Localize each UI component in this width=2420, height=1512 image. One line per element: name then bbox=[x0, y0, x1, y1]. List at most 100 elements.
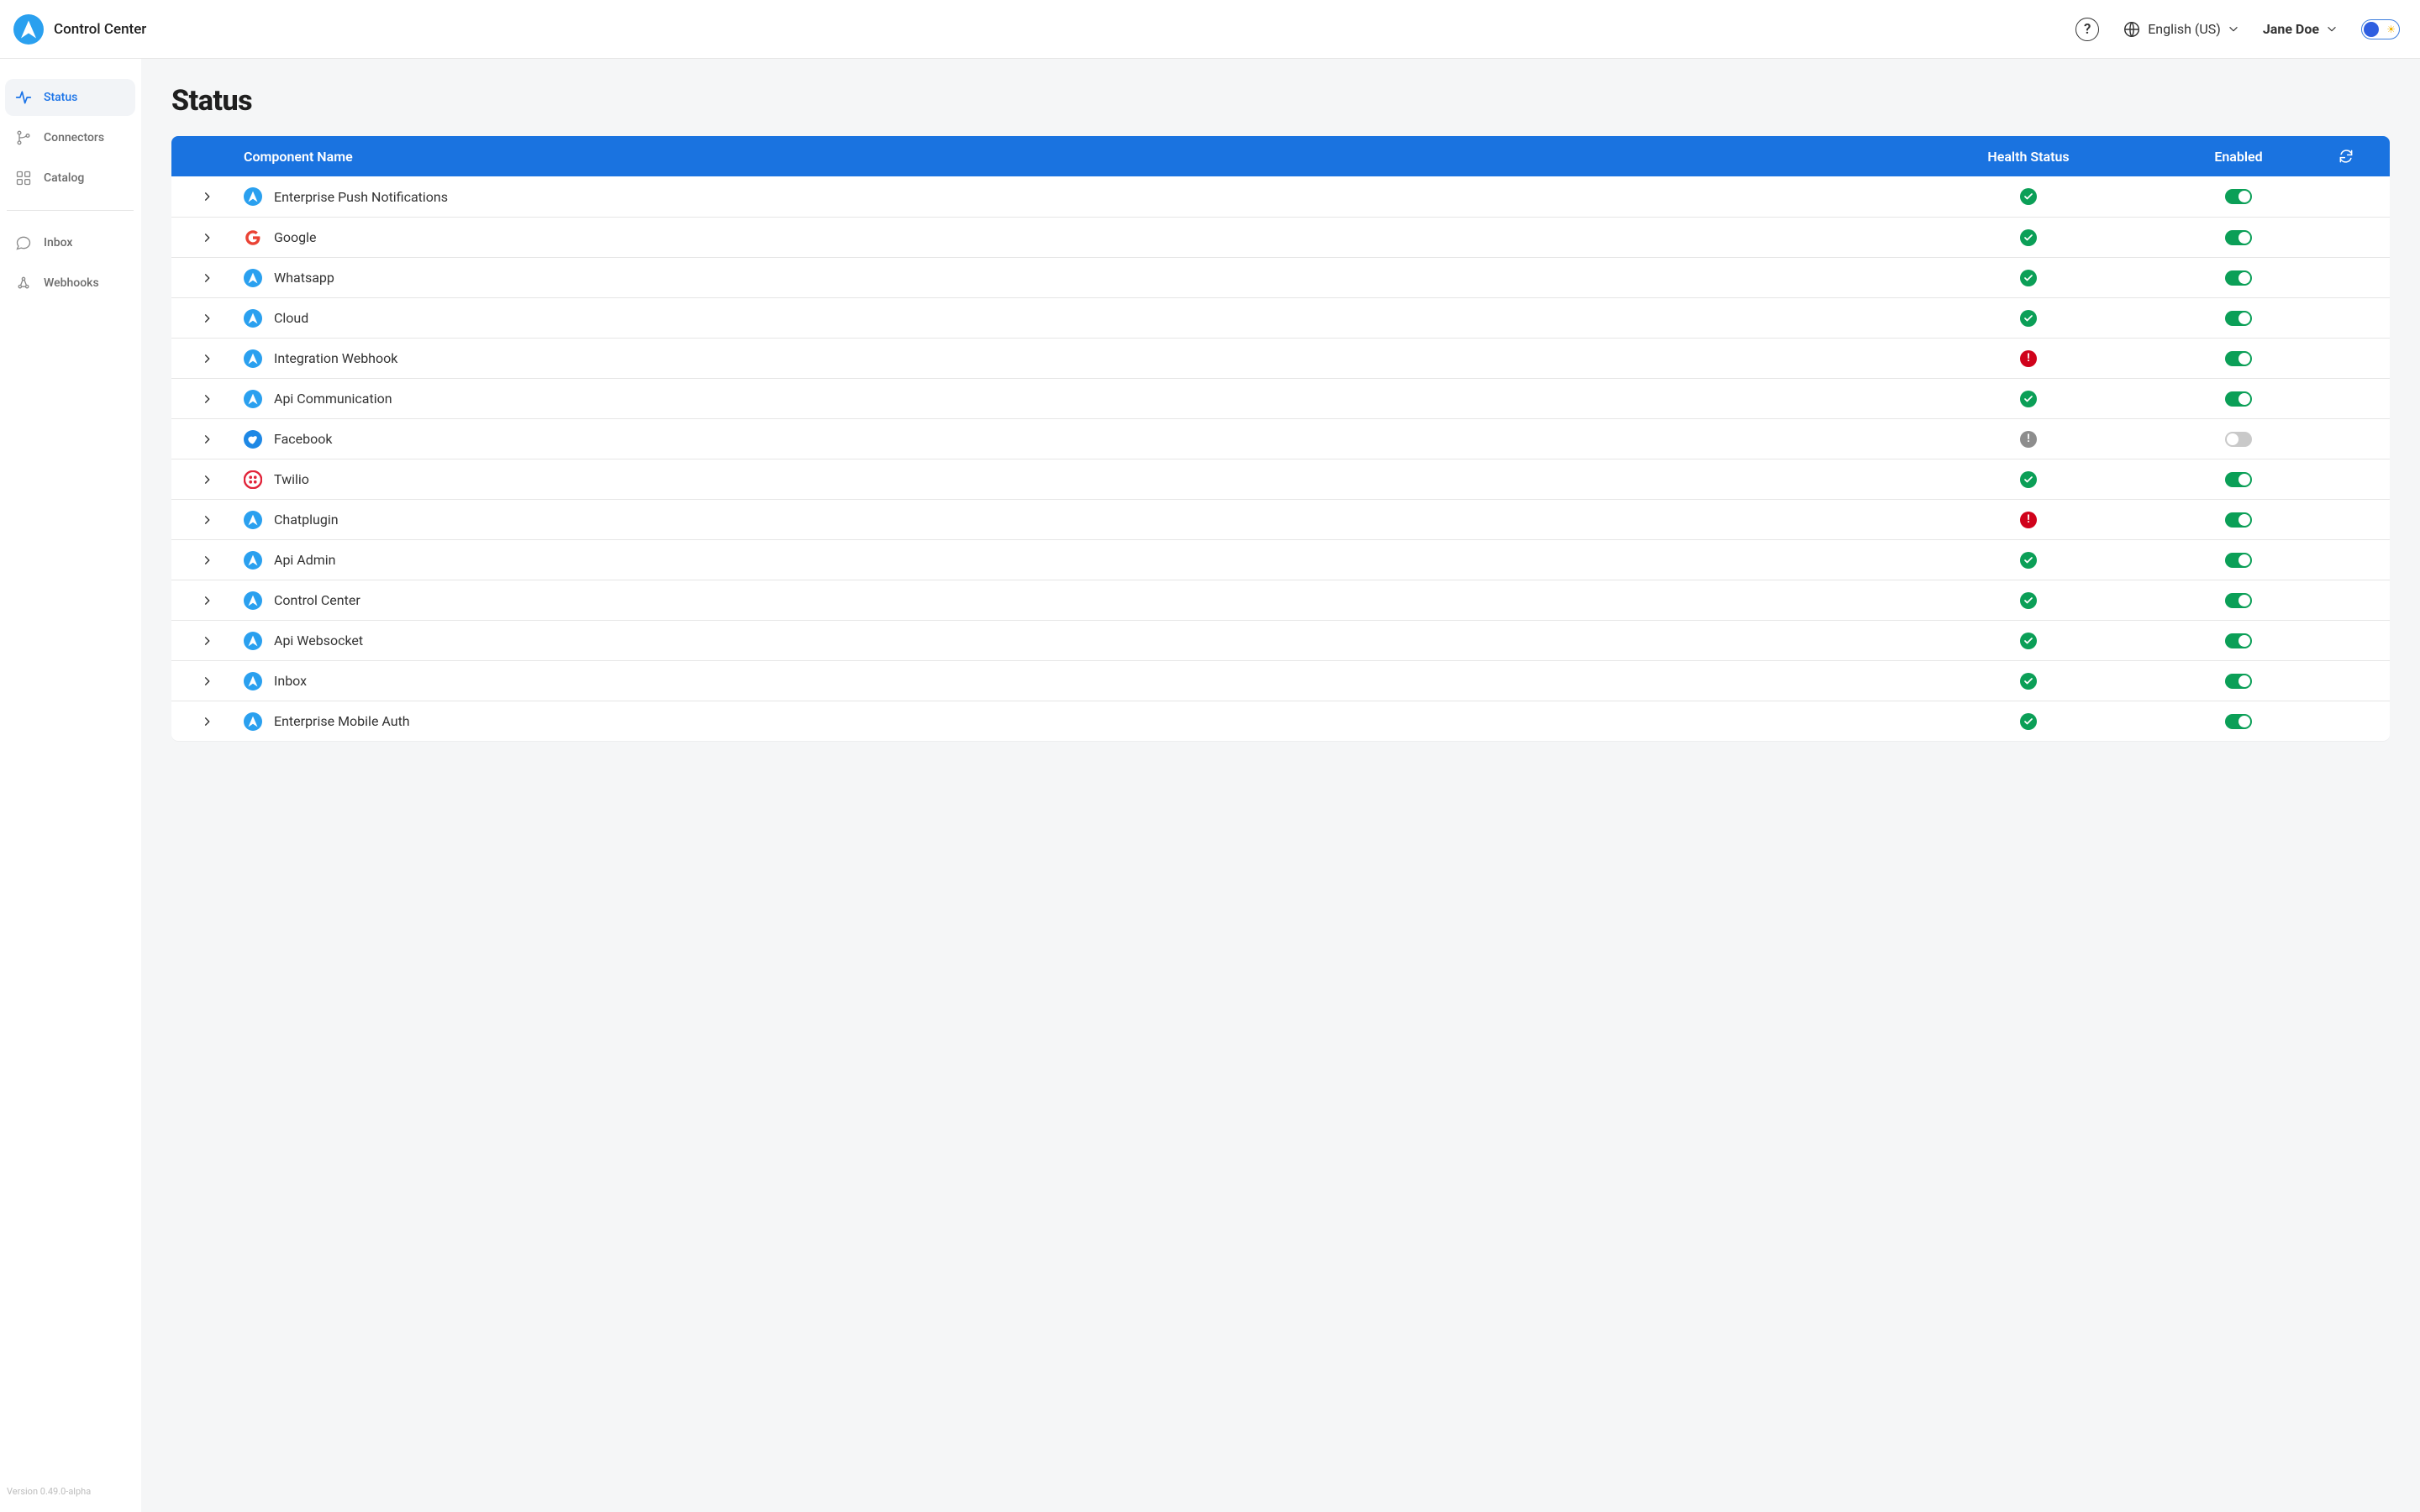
sidebar-item-label: Inbox bbox=[44, 236, 72, 249]
table-header: Component Name Health Status Enabled bbox=[171, 136, 2390, 176]
expand-row-button[interactable] bbox=[171, 514, 244, 526]
expand-row-button[interactable] bbox=[171, 716, 244, 727]
enabled-toggle[interactable] bbox=[2225, 472, 2252, 487]
sidebar-item-status[interactable]: Status bbox=[5, 79, 135, 116]
table-row: Enterprise Push Notifications bbox=[171, 176, 2390, 217]
enabled-toggle[interactable] bbox=[2225, 351, 2252, 366]
table-row: Control Center bbox=[171, 580, 2390, 620]
expand-row-button[interactable] bbox=[171, 393, 244, 405]
chevron-right-icon bbox=[202, 191, 213, 202]
globe-icon bbox=[2123, 20, 2141, 39]
column-header-enabled: Enabled bbox=[2154, 149, 2323, 165]
component-name: Google bbox=[274, 229, 317, 245]
help-button[interactable]: ? bbox=[2075, 18, 2099, 41]
enabled-toggle[interactable] bbox=[2225, 633, 2252, 648]
table-row: Api Communication bbox=[171, 378, 2390, 418]
enabled-cell bbox=[2154, 674, 2323, 689]
airy-icon bbox=[244, 632, 262, 650]
sun-icon: ☀ bbox=[2386, 24, 2396, 35]
enabled-toggle[interactable] bbox=[2225, 714, 2252, 729]
enabled-toggle[interactable] bbox=[2225, 311, 2252, 326]
expand-row-button[interactable] bbox=[171, 353, 244, 365]
component-name-cell: Api Websocket bbox=[244, 632, 1902, 650]
expand-row-button[interactable] bbox=[171, 272, 244, 284]
expand-row-button[interactable] bbox=[171, 675, 244, 687]
component-name-cell: Enterprise Mobile Auth bbox=[244, 712, 1902, 731]
chevron-right-icon bbox=[202, 514, 213, 526]
user-name: Jane Doe bbox=[2263, 21, 2319, 37]
chevron-right-icon bbox=[202, 716, 213, 727]
chevron-right-icon bbox=[202, 353, 213, 365]
enabled-toggle[interactable] bbox=[2225, 391, 2252, 407]
health-cell bbox=[1902, 673, 2154, 690]
refresh-icon bbox=[2338, 148, 2354, 165]
sidebar-item-catalog[interactable]: Catalog bbox=[5, 160, 135, 197]
expand-row-button[interactable] bbox=[171, 232, 244, 244]
chevron-right-icon bbox=[202, 635, 213, 647]
component-name: Inbox bbox=[274, 673, 307, 689]
health-ok-icon bbox=[2020, 552, 2037, 569]
table-row: Facebook! bbox=[171, 418, 2390, 459]
enabled-toggle[interactable] bbox=[2225, 432, 2252, 447]
expand-row-button[interactable] bbox=[171, 191, 244, 202]
expand-row-button[interactable] bbox=[171, 635, 244, 647]
facebook-icon bbox=[244, 430, 262, 449]
component-name-cell: Twilio bbox=[244, 470, 1902, 489]
table-row: Whatsapp bbox=[171, 257, 2390, 297]
component-name: Whatsapp bbox=[274, 270, 334, 286]
component-name: Twilio bbox=[274, 471, 309, 487]
chevron-right-icon bbox=[202, 675, 213, 687]
enabled-toggle[interactable] bbox=[2225, 593, 2252, 608]
enabled-toggle[interactable] bbox=[2225, 512, 2252, 528]
airy-icon bbox=[244, 551, 262, 570]
health-ok-icon bbox=[2020, 471, 2037, 488]
refresh-button[interactable] bbox=[2323, 148, 2370, 165]
health-cell bbox=[1902, 552, 2154, 569]
activity-icon bbox=[15, 89, 32, 106]
health-error-icon: ! bbox=[2020, 512, 2037, 528]
app-logo-icon bbox=[13, 14, 44, 45]
theme-toggle[interactable]: ☀ bbox=[2361, 19, 2400, 39]
expand-row-button[interactable] bbox=[171, 312, 244, 324]
airy-icon bbox=[244, 187, 262, 206]
table-row: Chatplugin! bbox=[171, 499, 2390, 539]
enabled-toggle[interactable] bbox=[2225, 230, 2252, 245]
enabled-toggle[interactable] bbox=[2225, 553, 2252, 568]
health-ok-icon bbox=[2020, 633, 2037, 649]
enabled-toggle[interactable] bbox=[2225, 674, 2252, 689]
user-menu[interactable]: Jane Doe bbox=[2263, 21, 2338, 37]
component-name-cell: Cloud bbox=[244, 309, 1902, 328]
expand-row-button[interactable] bbox=[171, 433, 244, 445]
health-cell bbox=[1902, 471, 2154, 488]
component-name: Enterprise Push Notifications bbox=[274, 189, 448, 205]
health-cell bbox=[1902, 270, 2154, 286]
enabled-cell bbox=[2154, 714, 2323, 729]
airy-icon bbox=[244, 591, 262, 610]
expand-row-button[interactable] bbox=[171, 554, 244, 566]
sidebar: StatusConnectorsCatalogInboxWebhooks Ver… bbox=[0, 59, 141, 1512]
chevron-down-icon bbox=[2228, 24, 2239, 35]
expand-row-button[interactable] bbox=[171, 474, 244, 486]
table-row: Integration Webhook! bbox=[171, 338, 2390, 378]
health-cell bbox=[1902, 391, 2154, 407]
webhook-icon bbox=[15, 275, 32, 291]
airy-icon bbox=[244, 349, 262, 368]
component-name-cell: Control Center bbox=[244, 591, 1902, 610]
component-name-cell: Facebook bbox=[244, 430, 1902, 449]
theme-toggle-knob bbox=[2364, 22, 2379, 37]
language-selector[interactable]: English (US) bbox=[2123, 20, 2239, 39]
component-name: Integration Webhook bbox=[274, 350, 397, 366]
table-row: Cloud bbox=[171, 297, 2390, 338]
main-content: Status Component Name Health Status Enab… bbox=[141, 59, 2420, 1512]
sidebar-item-connectors[interactable]: Connectors bbox=[5, 119, 135, 156]
sidebar-item-label: Connectors bbox=[44, 131, 104, 144]
expand-row-button[interactable] bbox=[171, 595, 244, 606]
help-icon: ? bbox=[2075, 18, 2099, 41]
enabled-toggle[interactable] bbox=[2225, 270, 2252, 286]
enabled-cell bbox=[2154, 391, 2323, 407]
sidebar-item-webhooks[interactable]: Webhooks bbox=[5, 265, 135, 302]
sidebar-item-inbox[interactable]: Inbox bbox=[5, 224, 135, 261]
status-table: Component Name Health Status Enabled Ent… bbox=[171, 136, 2390, 741]
sidebar-divider bbox=[7, 210, 134, 211]
enabled-toggle[interactable] bbox=[2225, 189, 2252, 204]
